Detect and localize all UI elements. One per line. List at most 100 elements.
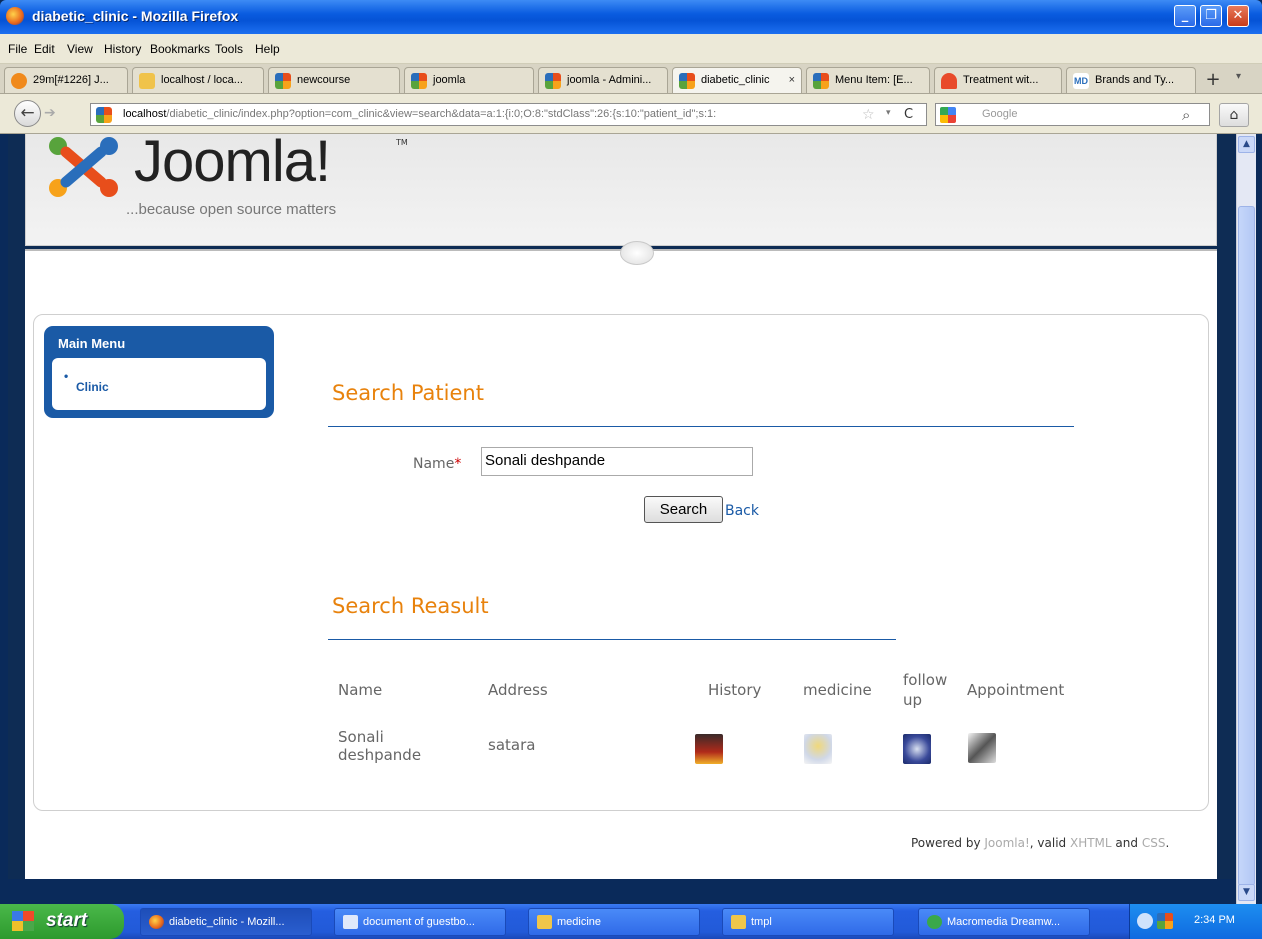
follow-up-icon[interactable]	[903, 734, 931, 764]
back-button[interactable]: ←	[14, 100, 41, 127]
tab-label: joomla - Admini...	[567, 74, 652, 86]
menu-history[interactable]: History	[104, 42, 141, 56]
search-button[interactable]: Search	[644, 496, 723, 523]
menu-help[interactable]: Help	[255, 42, 280, 56]
menu-bookmarks[interactable]: Bookmarks	[150, 42, 210, 56]
joomla-link[interactable]: Joomla!	[984, 836, 1029, 850]
tray-clock: 2:34 PM	[1194, 914, 1235, 926]
patient-name-input[interactable]: Sonali deshpande	[481, 447, 753, 476]
webmd-icon: MD	[1073, 73, 1089, 89]
main-menu-title: Main Menu	[58, 336, 126, 351]
search-patient-heading: Search Patient	[332, 381, 484, 405]
site-header: Joomla! TM ...because open source matter…	[25, 134, 1217, 246]
main-menu: Main Menu • Clinic	[44, 326, 274, 418]
scroll-up-icon[interactable]: ▲	[1238, 136, 1255, 153]
task-medicine-folder[interactable]: medicine	[528, 908, 700, 936]
tab-treatment[interactable]: Treatment wit...	[934, 67, 1062, 93]
firefox-icon	[149, 915, 164, 929]
appointment-icon[interactable]	[968, 733, 996, 763]
search-icon[interactable]: ⌕	[1182, 106, 1190, 124]
start-button[interactable]: start	[0, 904, 124, 939]
menu-tools[interactable]: Tools	[215, 42, 243, 56]
tab-label: Brands and Ty...	[1095, 74, 1175, 86]
col-header-name: Name	[338, 681, 383, 699]
medicine-icon[interactable]	[804, 734, 832, 764]
window-title: diabetic_clinic - Mozilla Firefox	[32, 8, 239, 24]
tab-joomla-admin[interactable]: joomla - Admini...	[538, 67, 668, 93]
system-tray: 2:34 PM	[1129, 904, 1262, 939]
taskbar: start diabetic_clinic - Mozill... docume…	[0, 904, 1262, 939]
menu-item-clinic[interactable]: • Clinic	[64, 369, 109, 394]
joomla-icon	[411, 73, 427, 89]
task-firefox[interactable]: diabetic_clinic - Mozill...	[140, 908, 312, 936]
scroll-down-icon[interactable]: ▼	[1238, 884, 1255, 901]
col-header-history: History	[708, 681, 762, 699]
heading-divider	[328, 426, 1074, 427]
tab-diabetic-clinic[interactable]: diabetic_clinic ×	[672, 67, 802, 93]
menu-file[interactable]: File	[8, 42, 27, 56]
bookmark-star-icon[interactable]: ☆	[862, 107, 875, 123]
col-header-address: Address	[488, 681, 548, 699]
tab-list-chevron-icon[interactable]: ▾	[1236, 71, 1241, 82]
new-tab-button[interactable]: +	[1203, 69, 1223, 90]
history-icon[interactable]	[695, 734, 723, 764]
firefox-icon	[6, 7, 24, 25]
header-knob-icon	[620, 241, 654, 265]
restore-button[interactable]: ❐	[1200, 5, 1222, 27]
col-header-medicine: medicine	[803, 681, 872, 699]
page-viewport: Joomla! TM ...because open source matter…	[8, 134, 1235, 879]
tab-phpmyadmin[interactable]: localhost / loca...	[132, 67, 264, 93]
tab-label: diabetic_clinic	[701, 74, 770, 86]
google-icon[interactable]	[940, 107, 956, 123]
task-document[interactable]: document of guestbo...	[334, 908, 506, 936]
page-scrollbar[interactable]: ▲ ▼	[1236, 134, 1256, 904]
window-titlebar[interactable]: diabetic_clinic - Mozilla Firefox _ ❐ ✕	[0, 0, 1262, 34]
minimize-button[interactable]: _	[1174, 5, 1196, 27]
forward-button[interactable]: ➔	[44, 105, 68, 124]
task-dreamweaver[interactable]: Macromedia Dreamw...	[918, 908, 1090, 936]
task-label: medicine	[557, 916, 602, 928]
close-tab-icon[interactable]: ×	[789, 74, 795, 86]
home-button[interactable]: ⌂	[1219, 103, 1249, 127]
back-link[interactable]: Back	[725, 503, 759, 519]
scroll-thumb[interactable]	[1238, 206, 1255, 886]
footer-credits: Powered by Joomla!, valid XHTML and CSS.	[911, 836, 1169, 850]
tab-newcourse[interactable]: newcourse	[268, 67, 400, 93]
footer-text: , valid	[1029, 836, 1070, 850]
url-dropdown-icon[interactable]: ▾	[886, 108, 891, 118]
tray-arrow-icon[interactable]	[1137, 913, 1153, 929]
reload-icon[interactable]: C	[904, 107, 913, 122]
phpmyadmin-icon	[139, 73, 155, 89]
footer-text: Powered by	[911, 836, 985, 850]
search-placeholder: Google	[982, 108, 1018, 120]
tab-brands[interactable]: MD Brands and Ty...	[1066, 67, 1196, 93]
search-result-heading: Search Reasult	[332, 594, 489, 618]
dreamweaver-icon	[927, 915, 942, 929]
url-bar[interactable]: localhost/diabetic_clinic/index.php?opti…	[90, 103, 927, 126]
menu-bar: File Edit View History Bookmarks Tools H…	[0, 34, 1262, 64]
task-label: Macromedia Dreamw...	[947, 916, 1061, 928]
task-label: tmpl	[751, 916, 772, 928]
joomla-tray-icon[interactable]	[1157, 913, 1173, 929]
heading-divider	[328, 639, 896, 640]
menu-edit[interactable]: Edit	[34, 42, 55, 56]
windows-flag-icon	[12, 911, 34, 931]
joomla-logo-icon	[49, 137, 118, 197]
task-label: diabetic_clinic - Mozill...	[169, 916, 285, 928]
tab-29m[interactable]: 29m[#1226] J...	[4, 67, 128, 93]
task-tmpl-folder[interactable]: tmpl	[722, 908, 894, 936]
main-menu-list: • Clinic	[52, 358, 266, 410]
tab-bar: 29m[#1226] J... localhost / loca... newc…	[0, 64, 1262, 94]
tab-menu-item[interactable]: Menu Item: [E...	[806, 67, 930, 93]
xhtml-link[interactable]: XHTML	[1070, 836, 1112, 850]
footer-text: .	[1165, 836, 1170, 850]
css-link[interactable]: CSS	[1142, 836, 1166, 850]
tab-label: newcourse	[297, 74, 351, 86]
name-label-text: Name	[413, 456, 455, 472]
tab-joomla[interactable]: joomla	[404, 67, 534, 93]
close-window-button[interactable]: ✕	[1227, 5, 1249, 27]
site-favicon-icon	[96, 107, 112, 123]
menu-view[interactable]: View	[67, 42, 93, 56]
web-search-input[interactable]: Google	[935, 103, 1210, 126]
tab-label: Treatment wit...	[963, 74, 1039, 86]
